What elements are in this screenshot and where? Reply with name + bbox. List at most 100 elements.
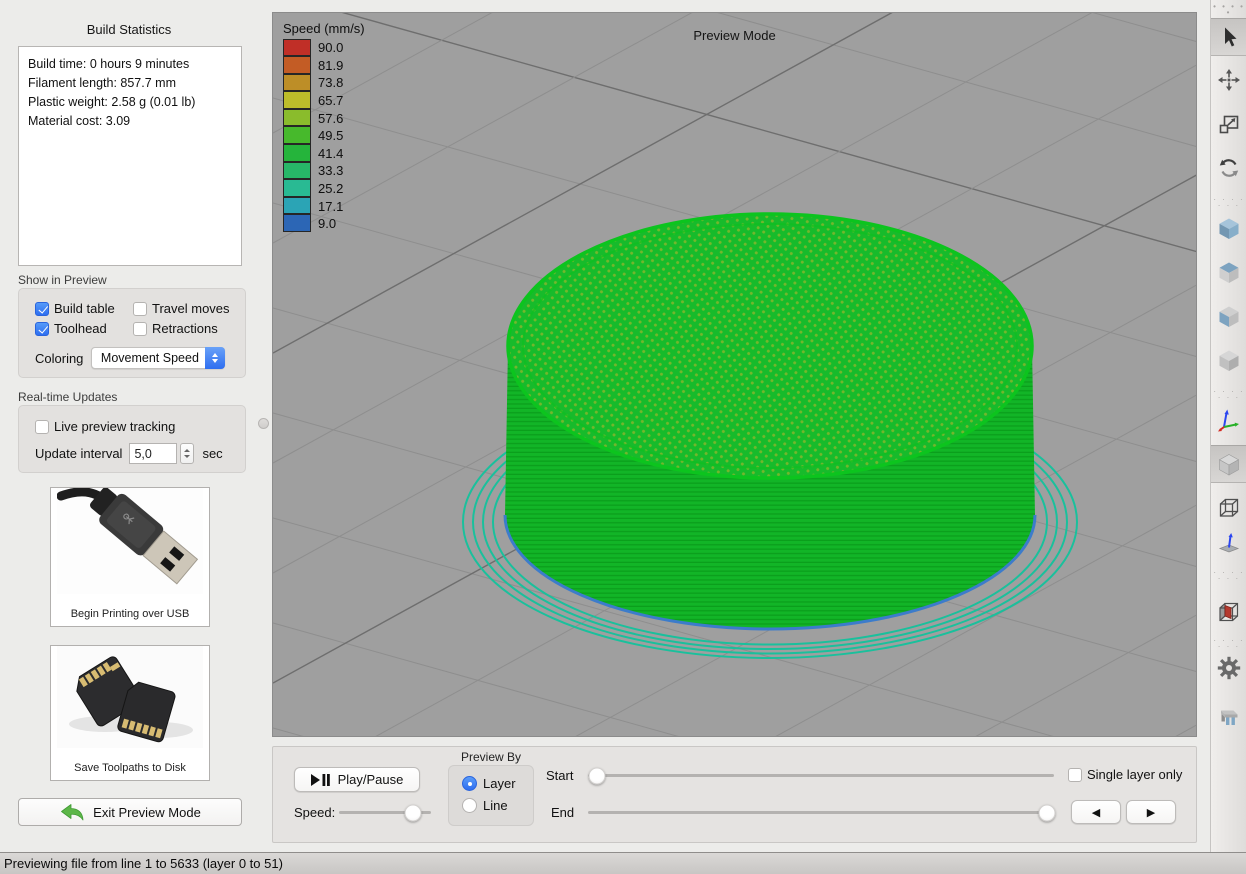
usb-cable-image [51,488,209,594]
cube-front-face-icon [1217,304,1241,328]
view-front-button[interactable] [1211,297,1246,335]
legend-color-swatch [283,162,311,180]
machine-settings-button[interactable] [1211,649,1246,687]
checkbox[interactable] [35,322,49,336]
legend-value: 81.9 [318,58,343,73]
legend-value: 25.2 [318,181,343,196]
build-statistics-box: Build time: 0 hours 9 minutesFilament le… [18,46,242,266]
live-preview-checkbox[interactable]: Live preview tracking [35,419,175,434]
checkbox[interactable] [35,420,49,434]
save-toolpaths-button[interactable]: Save Toolpaths to Disk [50,645,210,781]
rotate-tool-button[interactable] [1211,149,1246,187]
preview-option-checkbox[interactable]: Build table [35,301,131,316]
solid-cube-icon [1217,452,1241,476]
update-interval-unit: sec [202,446,222,461]
preview-by-radio[interactable]: Line [462,798,516,813]
legend-entry: 33.3 [283,162,365,180]
legend-value: 65.7 [318,93,343,108]
3d-viewport[interactable]: Preview Mode Speed (mm/s) 90.0 81.9 73.8 [272,12,1197,737]
scale-tool-button[interactable] [1211,105,1246,143]
interval-stepper[interactable] [180,443,194,464]
view-toolbar: • • • • • [1210,0,1246,852]
view-top-button[interactable] [1211,253,1246,291]
exit-button-label: Exit Preview Mode [93,805,201,820]
legend-value: 90.0 [318,40,343,55]
radio-label: Line [483,798,508,813]
legend-color-swatch [283,39,311,57]
view-side-button[interactable] [1211,341,1246,379]
coordinate-axes-button[interactable] [1211,401,1246,439]
play-pause-icon [311,774,330,786]
checkbox[interactable] [133,322,147,336]
play-pause-button[interactable]: Play/Pause [294,767,420,792]
cube-top-face-icon [1217,260,1241,284]
show-in-preview-group: Build table Travel moves Toolhead Retrac… [18,288,246,378]
toolbar-drag-handle[interactable]: • • • • • [1211,4,1246,16]
single-layer-checkbox[interactable]: Single layer only [1068,767,1182,782]
green-back-arrow-icon [59,803,85,822]
preview-by-radio[interactable]: Layer [462,776,516,791]
preview-option-checkbox[interactable]: Retractions [133,321,230,336]
usb-button-label: Begin Printing over USB [51,608,209,620]
legend-color-swatch [283,91,311,109]
legend-value: 49.5 [318,128,343,143]
build-statistics-line: Filament length: 857.7 mm [28,74,232,93]
update-interval-label: Update interval [35,446,122,461]
legend-color-swatch [283,56,311,74]
checkbox[interactable] [133,302,147,316]
legend-value: 17.1 [318,199,343,214]
dropdown-arrows-icon[interactable] [205,347,225,369]
start-slider[interactable] [588,767,1054,784]
previous-layer-button[interactable]: ◀ [1071,800,1121,824]
preview-by-label: Preview By [448,750,534,764]
wireframe-render-button[interactable] [1211,489,1246,527]
solid-render-button[interactable] [1211,445,1246,483]
checkbox-label: Build table [54,301,115,316]
checkbox[interactable] [35,302,49,316]
single-layer-label: Single layer only [1087,767,1182,782]
panel-splitter-handle[interactable] [258,418,269,429]
cross-section-button[interactable] [1211,593,1246,631]
build-statistics-line: Plastic weight: 2.58 g (0.01 lb) [28,93,232,112]
play-pause-label: Play/Pause [338,772,404,787]
radio-button[interactable] [462,798,477,813]
legend-entry: 17.1 [283,197,365,215]
exit-preview-mode-button[interactable]: Exit Preview Mode [18,798,242,826]
back-arrow-icon: ◀ [1092,806,1100,819]
viewport-mode-title: Preview Mode [273,28,1196,43]
end-label: End [551,805,574,820]
legend-title: Speed (mm/s) [283,21,365,36]
legend-color-swatch [283,109,311,127]
speed-slider-thumb[interactable] [404,804,421,821]
checkbox[interactable] [1068,768,1082,782]
preview-option-checkbox[interactable]: Travel moves [133,301,230,316]
cursor-icon [1217,25,1241,49]
preview-settings-panel: Build Statistics Build time: 0 hours 9 m… [0,0,258,852]
legend-value: 73.8 [318,75,343,90]
surface-normals-button[interactable] [1211,525,1246,563]
end-slider[interactable] [588,804,1054,821]
legend-color-swatch [283,74,311,92]
toolbar-separator: · · · · · · · [1211,389,1246,401]
start-slider-thumb[interactable] [589,767,606,784]
preview-option-checkbox[interactable]: Toolhead [35,321,131,336]
update-interval-input[interactable] [129,443,177,464]
legend-color-swatch [283,197,311,215]
radio-button[interactable] [462,776,477,791]
checkbox-label: Retractions [152,321,218,336]
end-slider-thumb[interactable] [1039,804,1056,821]
next-layer-button[interactable]: ▶ [1126,800,1176,824]
speed-slider[interactable] [339,804,431,821]
status-bar: Previewing file from line 1 to 5633 (lay… [0,852,1246,874]
pan-tool-button[interactable] [1211,61,1246,99]
preview-by-group: Layer Line [448,765,534,826]
rotate-icon [1217,156,1241,180]
select-tool-button[interactable] [1211,18,1246,56]
view-isometric-button[interactable] [1211,209,1246,247]
begin-printing-usb-button[interactable]: Begin Printing over USB [50,487,210,627]
coloring-dropdown[interactable]: Movement Speed [91,347,225,369]
support-structures-button[interactable] [1211,697,1246,735]
speed-legend: Speed (mm/s) 90.0 81.9 73.8 [283,21,365,233]
gcode-preview-scene [273,13,1197,737]
legend-color-swatch [283,126,311,144]
